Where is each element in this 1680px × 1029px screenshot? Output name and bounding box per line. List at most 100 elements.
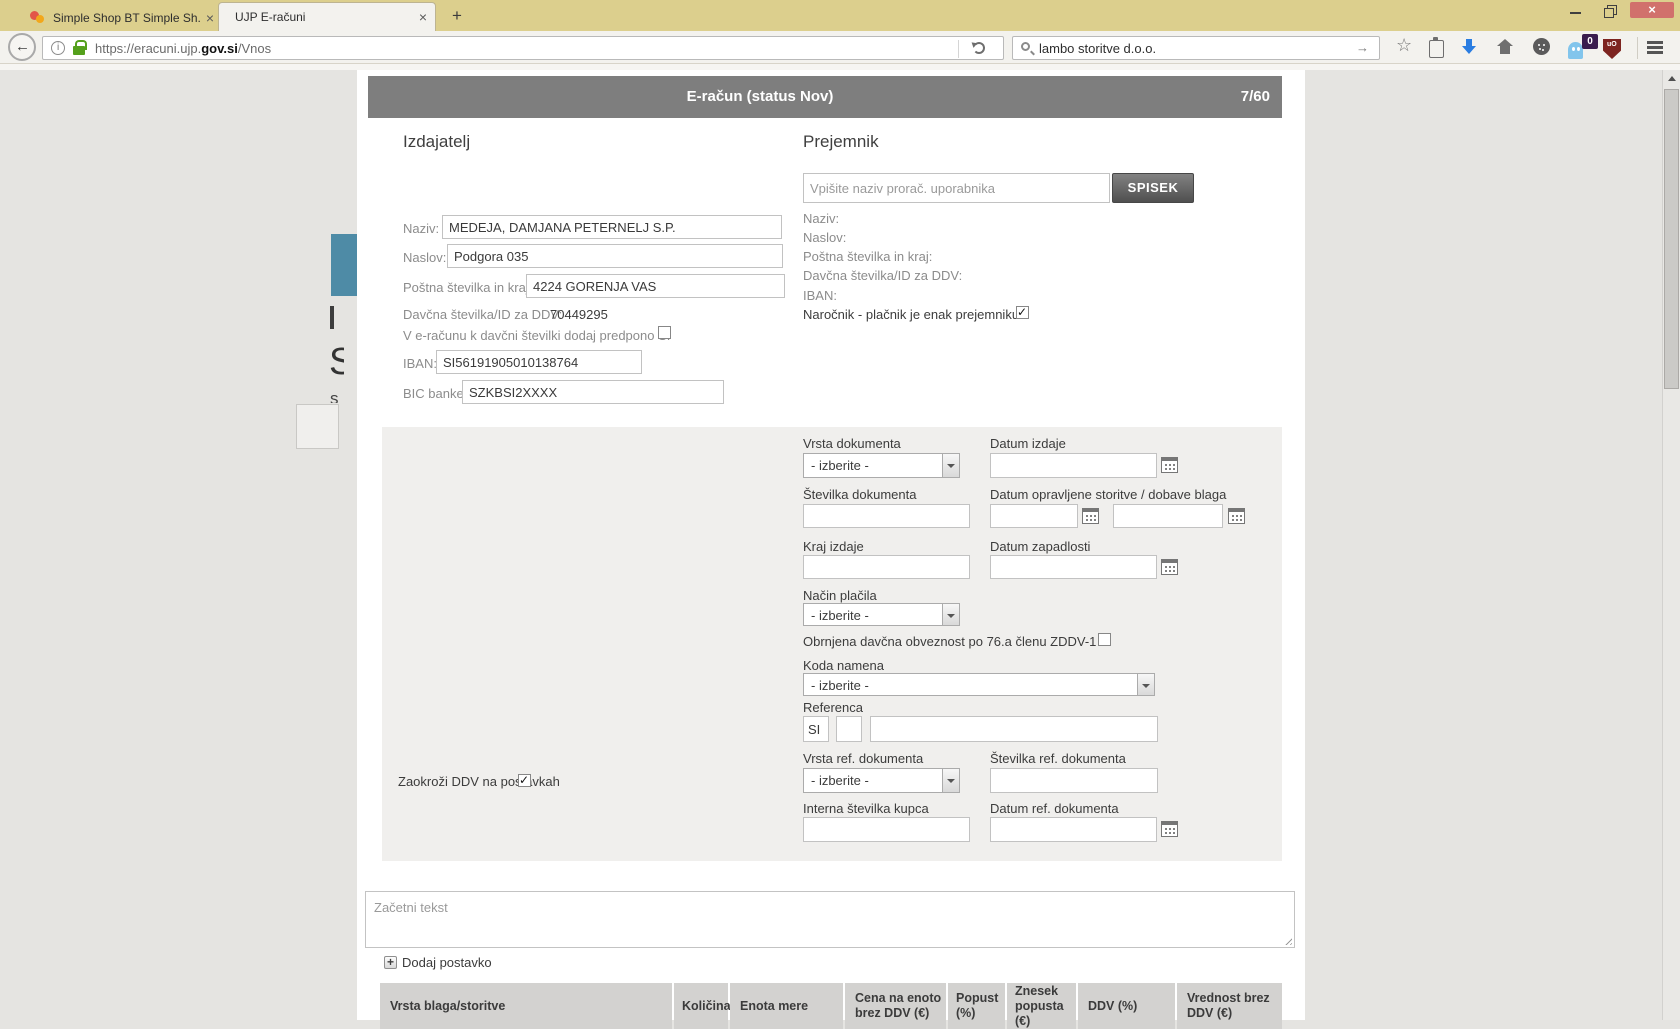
vrsta-dokumenta-select[interactable]: - izberite -	[803, 453, 960, 478]
kraj-izdaje-input[interactable]	[803, 555, 970, 579]
calendar-icon[interactable]	[1161, 457, 1178, 473]
background-box-fragment	[296, 404, 339, 449]
datum-zapadlosti-input[interactable]	[990, 555, 1157, 579]
stevilka-dokumenta-label: Številka dokumenta	[803, 487, 916, 502]
obrnjena-checkbox[interactable]	[1098, 633, 1111, 646]
bic-input[interactable]	[462, 380, 724, 404]
referenca-si-input[interactable]	[803, 716, 829, 742]
spisek-button[interactable]: SPISEK	[1112, 173, 1194, 203]
naslov-input[interactable]	[447, 244, 783, 268]
nacin-placila-select[interactable]: - izberite -	[803, 603, 960, 626]
zacetni-tekst-textarea[interactable]	[365, 891, 1295, 948]
prejemnik-naslov-label: Naslov:	[803, 230, 846, 245]
url-bar[interactable]: https://eracuni.ujp.gov.si/Vnos	[42, 36, 1004, 60]
vrsta-ref-select[interactable]: - izberite -	[803, 768, 960, 793]
calendar-icon[interactable]	[1161, 821, 1178, 837]
prejemnik-search-input[interactable]	[803, 173, 1110, 203]
interna-input[interactable]	[803, 817, 970, 842]
download-icon[interactable]	[1459, 34, 1481, 60]
form-counter: 7/60	[1241, 88, 1270, 105]
adblock-shield-icon[interactable]	[1601, 34, 1623, 60]
prejemnik-davcna-label: Davčna številka/ID za DDV:	[803, 268, 962, 283]
calendar-icon[interactable]	[1228, 508, 1245, 524]
interna-label: Interna številka kupca	[803, 801, 929, 816]
tab-ujp-eracuni[interactable]: UJP E-računi ×	[218, 2, 436, 31]
posta-input[interactable]	[526, 274, 785, 298]
chevron-down-icon[interactable]	[1137, 674, 1154, 695]
izdajatelj-heading: Izdajatelj	[403, 132, 470, 152]
restore-button[interactable]	[1596, 2, 1624, 18]
tab-close-icon[interactable]: ×	[206, 11, 214, 25]
prejemnik-naziv-label: Naziv:	[803, 211, 839, 226]
bookmark-star-icon[interactable]	[1395, 34, 1417, 60]
background-letter-fragment: s	[330, 389, 339, 403]
clipboard-icon[interactable]	[1425, 34, 1447, 60]
chat-smiley-icon[interactable]	[1531, 34, 1553, 60]
page-scrollbar[interactable]	[1662, 70, 1680, 1020]
posta-label: Poštna številka in kraj:	[403, 280, 532, 295]
stevilka-ref-input[interactable]	[990, 768, 1158, 793]
lock-icon	[73, 40, 85, 56]
tab-close-icon[interactable]: ×	[419, 10, 427, 24]
calendar-icon[interactable]	[1161, 559, 1178, 575]
column-header: Popust (%)	[948, 983, 1005, 1029]
predpona-label: V e-računu k davčni številki dodaj predp…	[403, 328, 670, 343]
search-input[interactable]	[1039, 38, 1349, 58]
new-tab-button[interactable]: +	[446, 6, 468, 26]
chevron-down-icon[interactable]	[942, 454, 959, 477]
form-title: E-račun (status Nov)	[368, 88, 1152, 105]
column-header: Količina	[674, 983, 728, 1029]
naslov-label: Naslov:	[403, 250, 446, 265]
zaokrozi-checkbox[interactable]	[518, 774, 531, 787]
home-icon[interactable]	[1494, 34, 1516, 60]
stevilka-ref-label: Številka ref. dokumenta	[990, 751, 1126, 766]
tab-bar: Simple Shop BT Simple Sh... × UJP E-raču…	[0, 0, 1680, 31]
dodaj-postavko-label[interactable]: Dodaj postavko	[402, 955, 492, 970]
minimize-button[interactable]	[1562, 2, 1590, 18]
koda-namena-select[interactable]: - izberite -	[803, 673, 1155, 696]
prejemnik-posta-label: Poštna številka in kraj:	[803, 249, 932, 264]
narocnik-checkbox[interactable]	[1016, 306, 1029, 319]
background-letter-fragment: S	[329, 341, 344, 379]
add-item-icon[interactable]	[384, 956, 397, 969]
calendar-icon[interactable]	[1082, 508, 1099, 524]
scrollbar-thumb[interactable]	[1664, 89, 1679, 389]
url-path: /Vnos	[238, 41, 271, 56]
column-header: Znesek popusta (€)	[1007, 983, 1076, 1029]
url-text: https://eracuni.ujp.gov.si/Vnos	[95, 41, 271, 56]
reload-icon[interactable]	[973, 42, 985, 54]
naziv-input[interactable]	[442, 215, 782, 239]
stevilka-dokumenta-input[interactable]	[803, 504, 970, 528]
column-header: Vrsta blaga/storitve	[380, 983, 672, 1029]
eracun-form: E-račun (status Nov) 7/60 Izdajatelj Naz…	[357, 70, 1305, 1020]
iban-input[interactable]	[436, 350, 642, 374]
referenca-model-input[interactable]	[836, 716, 862, 742]
datum-zapadlosti-label: Datum zapadlosti	[990, 539, 1090, 554]
menu-icon[interactable]	[1644, 34, 1666, 60]
chevron-down-icon[interactable]	[942, 604, 959, 625]
column-header: Cena na enoto brez DDV (€)	[845, 983, 946, 1029]
url-domain: gov.si	[201, 41, 238, 56]
davcna-label: Davčna številka/ID za DDV:	[403, 307, 562, 322]
document-panel: Vrsta dokumenta - izberite - Datum izdaj…	[382, 427, 1282, 861]
close-window-button[interactable]: ×	[1630, 2, 1674, 18]
column-header: Enota mere	[730, 983, 843, 1029]
prejemnik-heading: Prejemnik	[803, 132, 879, 152]
info-icon[interactable]	[51, 41, 65, 55]
back-button[interactable]	[8, 33, 36, 61]
datum-opravljene-label: Datum opravljene storitve / dobave blaga	[990, 487, 1226, 502]
referenca-sklic-input[interactable]	[870, 716, 1158, 742]
tab-title: UJP E-računi	[235, 10, 413, 24]
navigation-toolbar: https://eracuni.ujp.gov.si/Vnos 0	[0, 31, 1680, 64]
search-bar[interactable]	[1012, 36, 1380, 60]
chevron-down-icon[interactable]	[942, 769, 959, 792]
datum-opravljene-od-input[interactable]	[990, 504, 1078, 528]
predpona-checkbox[interactable]	[658, 326, 671, 339]
bic-label: BIC banke:	[403, 386, 467, 401]
datum-izdaje-input[interactable]	[990, 453, 1157, 478]
items-table-header: Vrsta blaga/storitve Količina Enota mere…	[380, 983, 1282, 1029]
tab-simple-shop[interactable]: Simple Shop BT Simple Sh... ×	[26, 4, 222, 31]
datum-ref-input[interactable]	[990, 817, 1157, 842]
datum-opravljene-do-input[interactable]	[1113, 504, 1223, 528]
scroll-up-icon[interactable]	[1663, 70, 1680, 87]
